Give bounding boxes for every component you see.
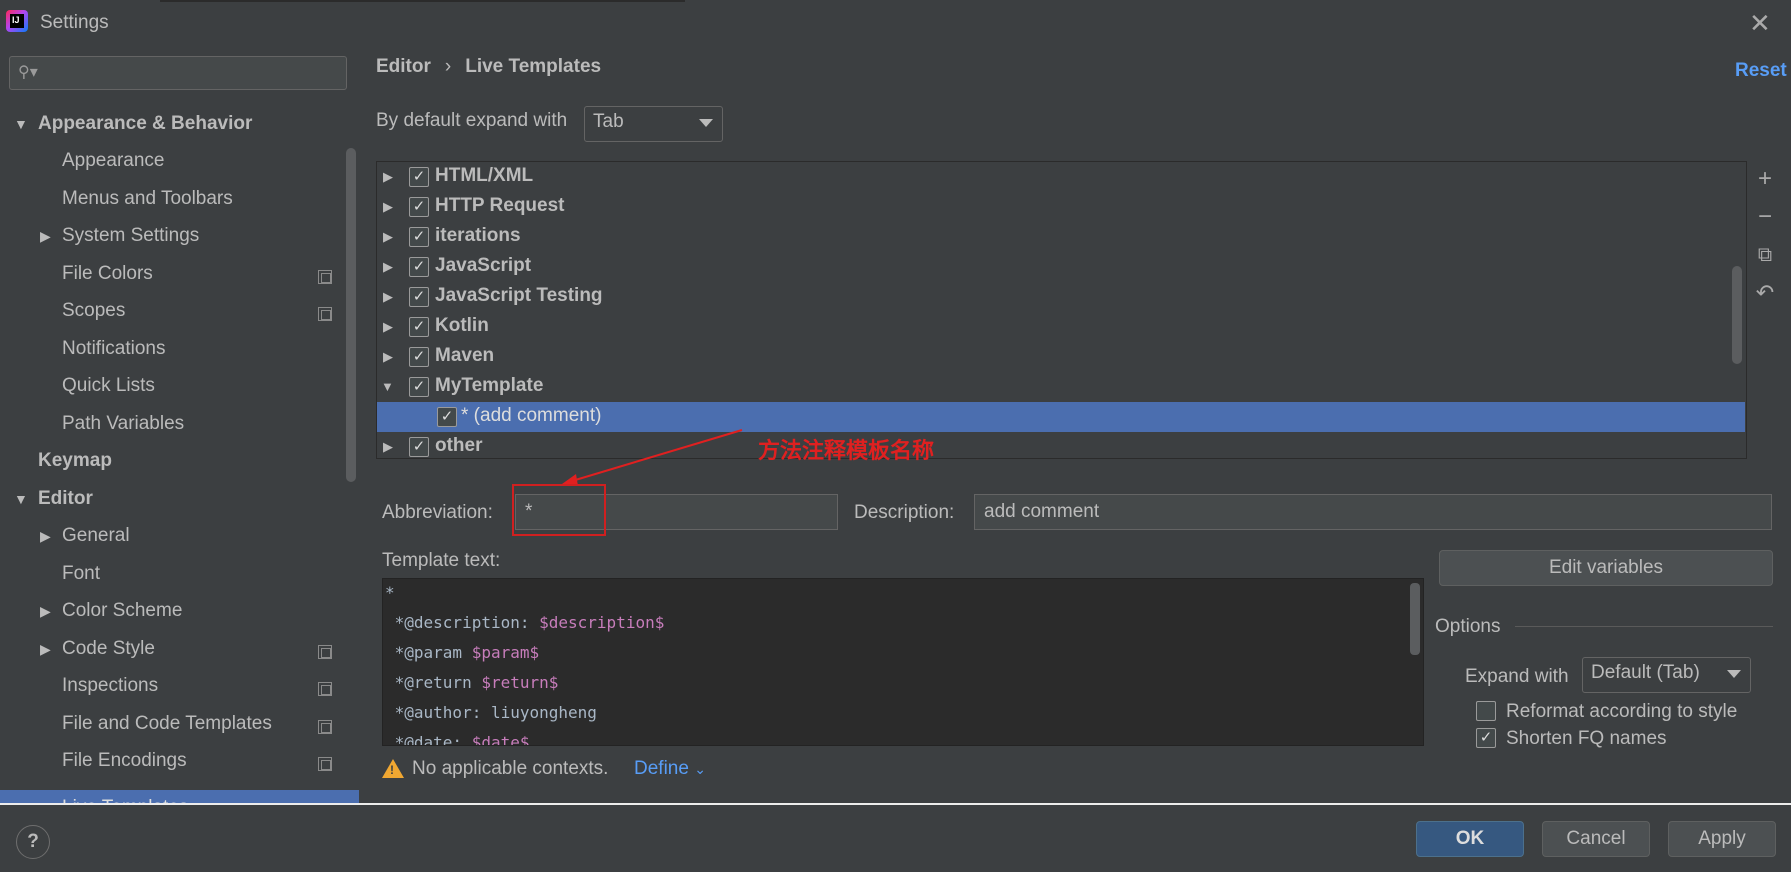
code-text: *@date: [385,733,472,746]
code-text: * [385,583,395,602]
expand-with-label: Expand with [1465,666,1569,687]
code-variable: $date$ [471,733,530,746]
define-link[interactable]: Define ⌄ [634,758,706,780]
expand-with-dropdown[interactable]: Default (Tab) [1582,657,1751,693]
chevron-down-icon: ⌄ [694,761,706,777]
description-field[interactable]: add comment [974,494,1772,530]
description-label: Description: [854,502,955,523]
edit-variables-button[interactable]: Edit variables [1439,550,1773,586]
template-text-editor[interactable]: * *@description: $description$ *@param $… [382,578,1424,746]
reformat-label: Reformat according to style [1506,701,1738,722]
code-line: *@description: $description$ [385,613,665,632]
define-label: Define [634,758,689,779]
editor-scrollbar[interactable] [1410,583,1420,655]
code-variable: $description$ [539,613,665,632]
annotation-highlight-box [512,484,606,536]
code-text: *@param [385,643,472,662]
code-text: *@return [385,673,482,692]
code-variable: $return$ [481,673,559,692]
template-text-label: Template text: [382,550,501,571]
code-text: *@author: liuyongheng [385,703,597,722]
code-text: *@description: [385,613,540,632]
code-line: * [385,583,395,602]
annotation-text: 方法注释模板名称 [758,438,935,464]
code-line: *@author: liuyongheng [385,703,597,722]
chevron-down-icon [1727,670,1741,678]
apply-button[interactable]: Apply [1668,821,1776,857]
cancel-button[interactable]: Cancel [1542,821,1650,857]
code-variable: $param$ [471,643,540,662]
dropdown-value: Default (Tab) [1591,662,1700,683]
ok-button[interactable]: OK [1416,821,1524,857]
code-line: *@date: $date$ [385,733,530,746]
code-line: *@param $param$ [385,643,540,662]
shorten-fq-checkbox[interactable]: ✓ [1476,728,1496,748]
warning-icon: ! [382,759,404,778]
dialog-footer: ? OK Cancel Apply [0,803,1791,872]
reformat-checkbox[interactable] [1476,701,1496,721]
no-contexts-text: No applicable contexts. [412,758,609,779]
options-heading: Options [1435,616,1501,637]
options-divider [1515,626,1773,627]
shorten-fq-label: Shorten FQ names [1506,728,1667,749]
description-value: add comment [984,501,1100,522]
abbreviation-label: Abbreviation: [382,502,493,523]
code-line: *@return $return$ [385,673,559,692]
help-button[interactable]: ? [16,825,50,859]
